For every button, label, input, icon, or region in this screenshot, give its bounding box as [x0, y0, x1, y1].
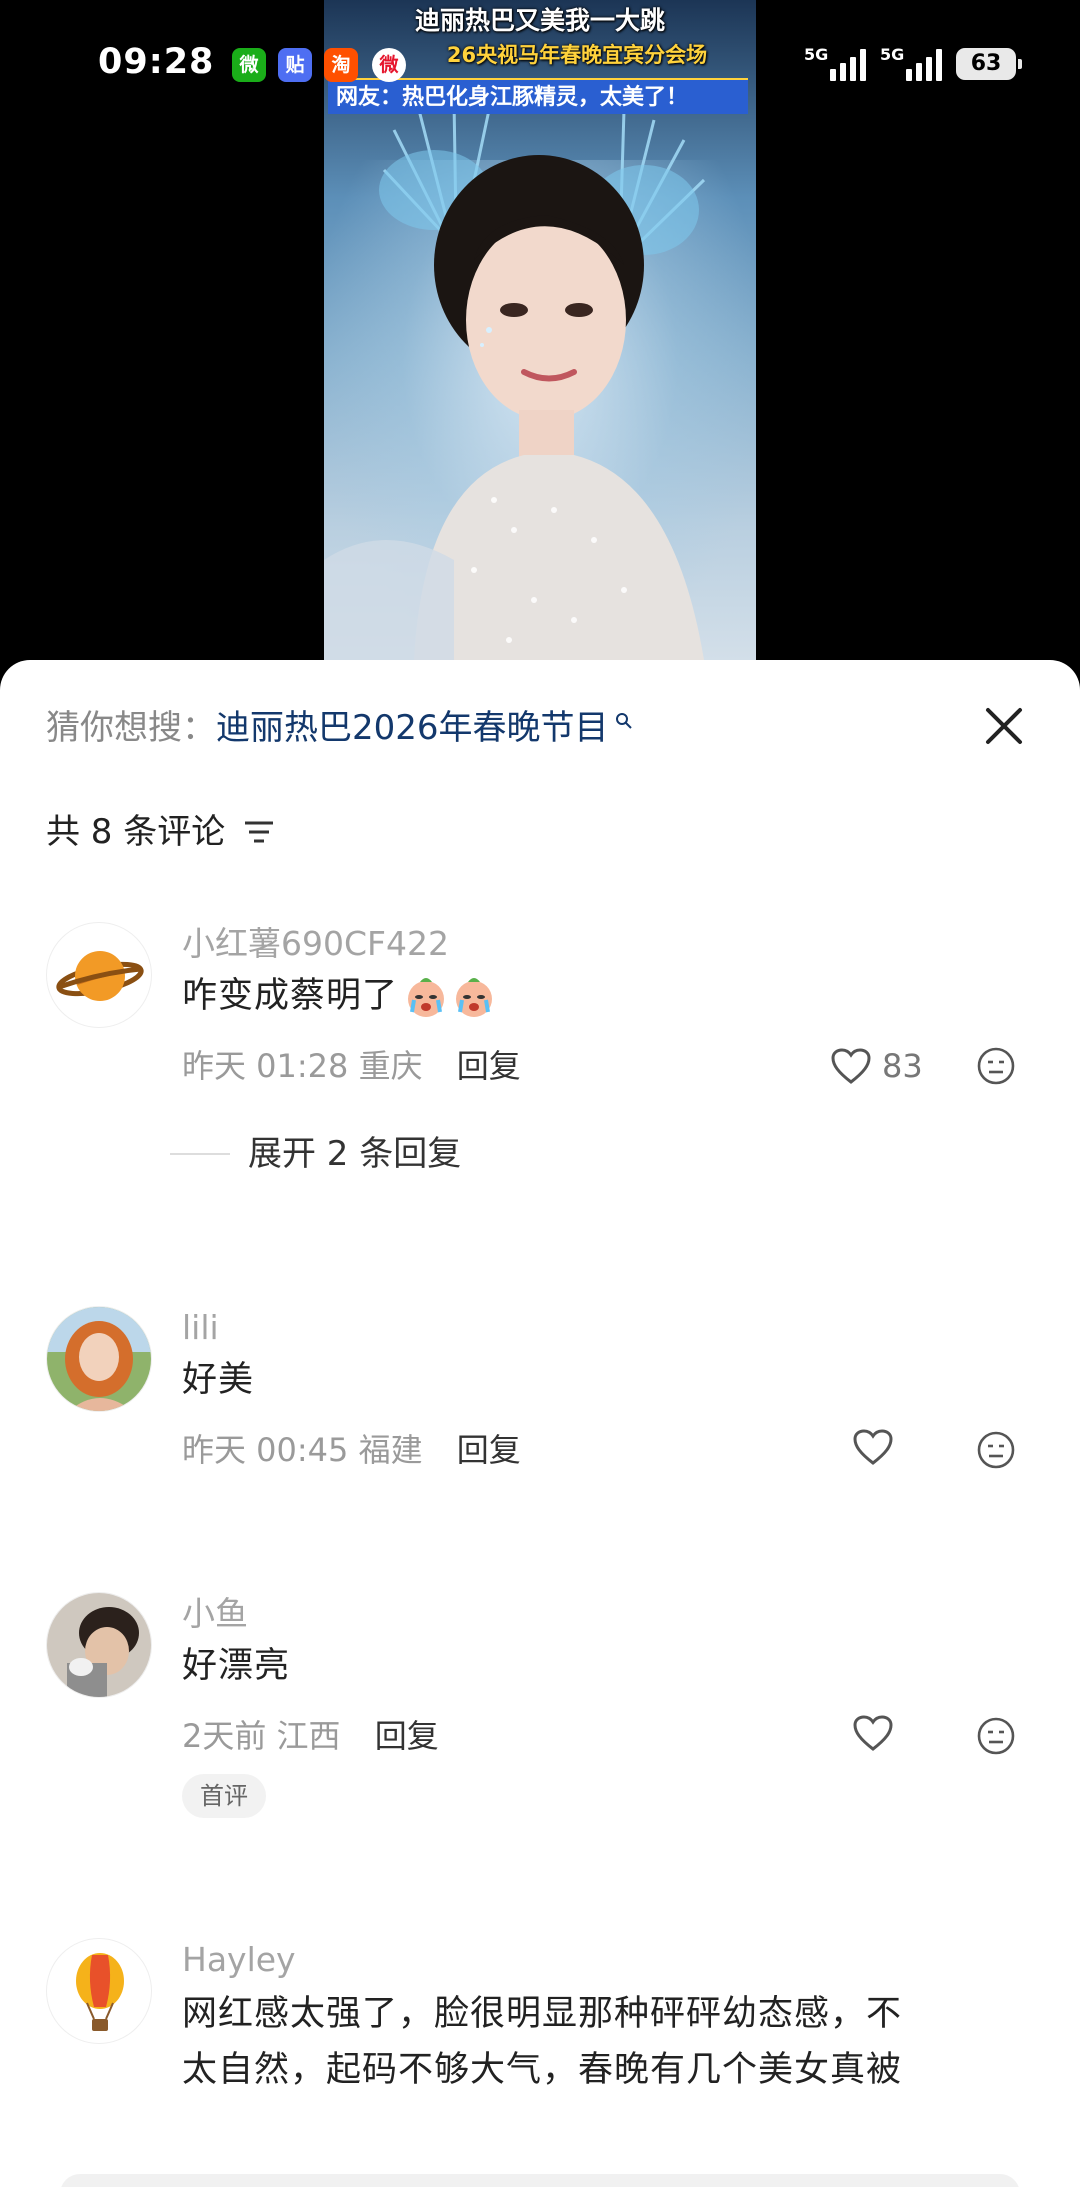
video-subtitle: 26央视马年春晚宜宾分会场	[446, 43, 708, 67]
comment-time-location: 2天前 江西	[182, 1717, 341, 1755]
emoji-reaction-icon[interactable]	[976, 1716, 1016, 1756]
status-indicators: 5G 5G 63	[804, 44, 1022, 84]
photo-avatar-man	[47, 1593, 151, 1697]
heart-icon	[831, 1048, 871, 1084]
tieba-icon: 贴	[278, 48, 312, 82]
search-icon	[615, 713, 632, 729]
comment-time-location: 昨天 00:45 福建	[182, 1431, 423, 1469]
video-player[interactable]: 迪丽热巴又美我一大跳 26央视马年春晚宜宾分会场 网友：热巴化身江豚精灵，太美了…	[0, 0, 1080, 690]
comment-text-line: 太自然，起码不够大气，春晚有几个美女真被	[182, 2050, 903, 2090]
video-title: 迪丽热巴又美我一大跳	[414, 6, 665, 35]
reply-button[interactable]: 回复	[457, 1431, 521, 1469]
first-comment-badge: 首评	[182, 1774, 266, 1818]
emoji-reaction-icon[interactable]	[976, 1430, 1016, 1470]
wechat-icon: 微	[232, 48, 266, 82]
comment-text: 好漂亮	[182, 1646, 291, 1686]
expand-replies-label: 展开 2 条回复	[248, 1134, 462, 1174]
comment-count-row: 共 8 条评论	[46, 808, 275, 856]
comment-username[interactable]: 小红薯690CF422	[182, 922, 449, 966]
signal-icon: 5G	[804, 47, 866, 81]
suggestion-prefix: 猜你想搜：	[46, 708, 216, 748]
video-banner: 网友：热巴化身江豚精灵，太美了！	[328, 78, 748, 114]
comment-meta: 昨天 01:28 重庆 回复	[182, 1044, 521, 1088]
close-icon[interactable]	[980, 702, 1028, 750]
comment-username[interactable]: Hayley	[182, 1938, 296, 1982]
signal-label: 5G	[804, 45, 829, 64]
comment-time-location: 昨天 01:28 重庆	[182, 1047, 423, 1085]
hot-air-balloon-icon	[76, 1953, 124, 2031]
like-button[interactable]	[852, 1428, 894, 1466]
comment-text: 网红感太强了，脸很明显那种砰砰幼态感，不 太自然，起码不够大气，春晚有几个美女真…	[182, 1986, 1022, 2098]
status-time: 09:28	[98, 42, 215, 82]
comments-sheet: 猜你想搜： 迪丽热巴2026年春晚节目 共 8 条评论 小红薯690CF422	[0, 660, 1080, 2187]
sort-icon[interactable]	[243, 818, 275, 846]
avatar[interactable]	[46, 922, 152, 1028]
taobao-icon: 淘	[324, 48, 358, 82]
divider	[170, 1153, 230, 1155]
comment-username[interactable]: 小鱼	[182, 1592, 248, 1636]
emoji-reaction-icon[interactable]	[976, 1046, 1016, 1086]
avatar[interactable]	[46, 1592, 152, 1698]
reply-button[interactable]: 回复	[375, 1717, 439, 1755]
crying-emoji-icon	[408, 978, 445, 1017]
comment-count: 共 8 条评论	[46, 812, 226, 852]
search-suggestion[interactable]: 猜你想搜： 迪丽热巴2026年春晚节目	[46, 704, 633, 752]
comment-username[interactable]: lili	[182, 1306, 219, 1350]
like-button[interactable]	[852, 1714, 894, 1752]
signal-icon: 5G	[880, 47, 942, 81]
planet-icon	[56, 951, 144, 1001]
comment-meta: 2天前 江西 回复	[182, 1714, 439, 1758]
signal-label: 5G	[880, 45, 905, 64]
video-frame[interactable]: 迪丽热巴又美我一大跳 26央视马年春晚宜宾分会场 网友：热巴化身江豚精灵，太美了…	[324, 0, 756, 660]
avatar[interactable]	[46, 1306, 152, 1412]
comment-input-bar[interactable]	[60, 2174, 1020, 2187]
expand-replies-button[interactable]: 展开 2 条回复	[170, 1130, 461, 1178]
suggestion-query[interactable]: 迪丽热巴2026年春晚节目	[216, 704, 609, 752]
comment-text: 咋变成蔡明了	[182, 968, 1022, 1024]
comment-text-body: 咋变成蔡明了	[182, 976, 399, 1016]
reply-button[interactable]: 回复	[457, 1047, 521, 1085]
heart-icon	[853, 1429, 893, 1465]
photo-avatar-woman	[47, 1307, 151, 1411]
comment-text-line: 网红感太强了，脸很明显那种砰砰幼态感，不	[182, 1994, 903, 2034]
battery-icon: 63	[956, 48, 1022, 80]
avatar[interactable]	[46, 1938, 152, 2044]
like-count: 83	[882, 1047, 923, 1085]
comment-meta: 昨天 00:45 福建 回复	[182, 1428, 521, 1472]
comment-text: 好美	[182, 1360, 255, 1400]
like-button[interactable]: 83	[830, 1044, 923, 1088]
weibo-icon: 微	[372, 48, 406, 82]
heart-icon	[853, 1715, 893, 1751]
crying-emoji-icon	[456, 978, 493, 1017]
